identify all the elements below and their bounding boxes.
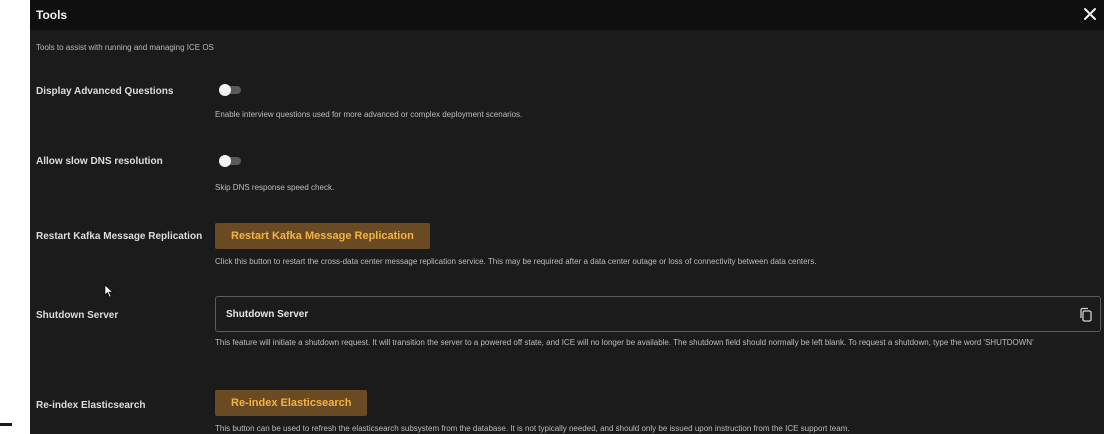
edge-dash: [0, 423, 12, 426]
shutdown-server-label: Shutdown Server: [36, 310, 119, 321]
shutdown-server-description: This feature will initiate a shutdown re…: [215, 338, 1034, 347]
slow-dns-description: Skip DNS response speed check.: [215, 183, 335, 192]
dialog-titlebar: Tools: [30, 0, 1104, 30]
advanced-questions-toggle[interactable]: [219, 84, 241, 96]
slow-dns-label: Allow slow DNS resolution: [36, 156, 163, 167]
mouse-pointer-icon: [104, 284, 114, 298]
copy-icon[interactable]: [1078, 307, 1094, 323]
advanced-questions-label: Display Advanced Questions: [36, 86, 174, 97]
restart-kafka-button[interactable]: Restart Kafka Message Replication: [215, 223, 430, 249]
shutdown-input[interactable]: [216, 297, 1056, 331]
shutdown-field: [215, 296, 1101, 332]
reindex-label: Re-index Elasticsearch: [36, 400, 146, 411]
dialog-subtitle: Tools to assist with running and managin…: [36, 43, 214, 52]
slow-dns-toggle[interactable]: [219, 155, 241, 167]
tools-dialog: Tools Tools to assist with running and m…: [30, 0, 1104, 434]
advanced-questions-description: Enable interview questions used for more…: [215, 110, 523, 119]
reindex-description: This button can be used to refresh the e…: [215, 424, 850, 433]
kafka-replication-label: Restart Kafka Message Replication: [36, 231, 203, 242]
close-icon[interactable]: [1080, 4, 1100, 24]
toggle-knob: [219, 155, 231, 167]
dialog-title: Tools: [36, 8, 68, 22]
reindex-elasticsearch-button[interactable]: Re-index Elasticsearch: [215, 390, 368, 416]
kafka-replication-description: Click this button to restart the cross-d…: [215, 257, 817, 266]
toggle-knob: [219, 84, 231, 96]
